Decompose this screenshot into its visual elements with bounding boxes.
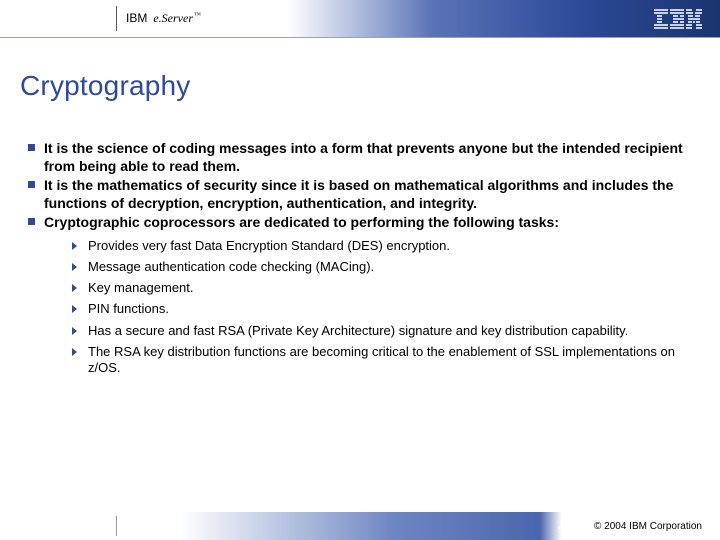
page-number: 4	[558, 519, 565, 534]
bullet-list: It is the science of coding messages int…	[18, 140, 702, 376]
footer-divider	[116, 516, 117, 536]
top-divider	[116, 6, 117, 31]
sub-bullet-item: Message authentication code checking (MA…	[72, 259, 702, 275]
sub-bullet-list: Provides very fast Data Encryption Stand…	[44, 238, 702, 377]
copyright-text: © 2004 IBM Corporation	[594, 521, 702, 532]
sub-bullet-item: Provides very fast Data Encryption Stand…	[72, 238, 702, 254]
brand-text: IBM e.Server™	[126, 11, 201, 26]
sub-bullet-item: PIN functions.	[72, 301, 702, 317]
trademark: ™	[194, 11, 201, 19]
slide: IBM e.Server™	[0, 0, 720, 540]
sub-bullet-item: The RSA key distribution functions are b…	[72, 344, 702, 377]
bullet-text: Cryptographic coprocessors are dedicated…	[44, 214, 559, 230]
content-area: Cryptography It is the science of coding…	[0, 38, 720, 540]
ibm-logo-icon	[654, 9, 702, 29]
sub-bullet-item: Key management.	[72, 280, 702, 296]
bullet-item: It is the science of coding messages int…	[28, 140, 702, 175]
page-title: Cryptography	[20, 70, 702, 102]
brand-eserver: e.Server™	[153, 11, 201, 26]
footer-bar: 4 © 2004 IBM Corporation	[0, 512, 720, 540]
bullet-item: It is the mathematics of security since …	[28, 177, 702, 212]
brand-ibm: IBM	[126, 11, 147, 25]
top-bar: IBM e.Server™	[0, 0, 720, 38]
sub-bullet-item: Has a secure and fast RSA (Private Key A…	[72, 323, 702, 339]
bullet-item: Cryptographic coprocessors are dedicated…	[28, 214, 702, 376]
